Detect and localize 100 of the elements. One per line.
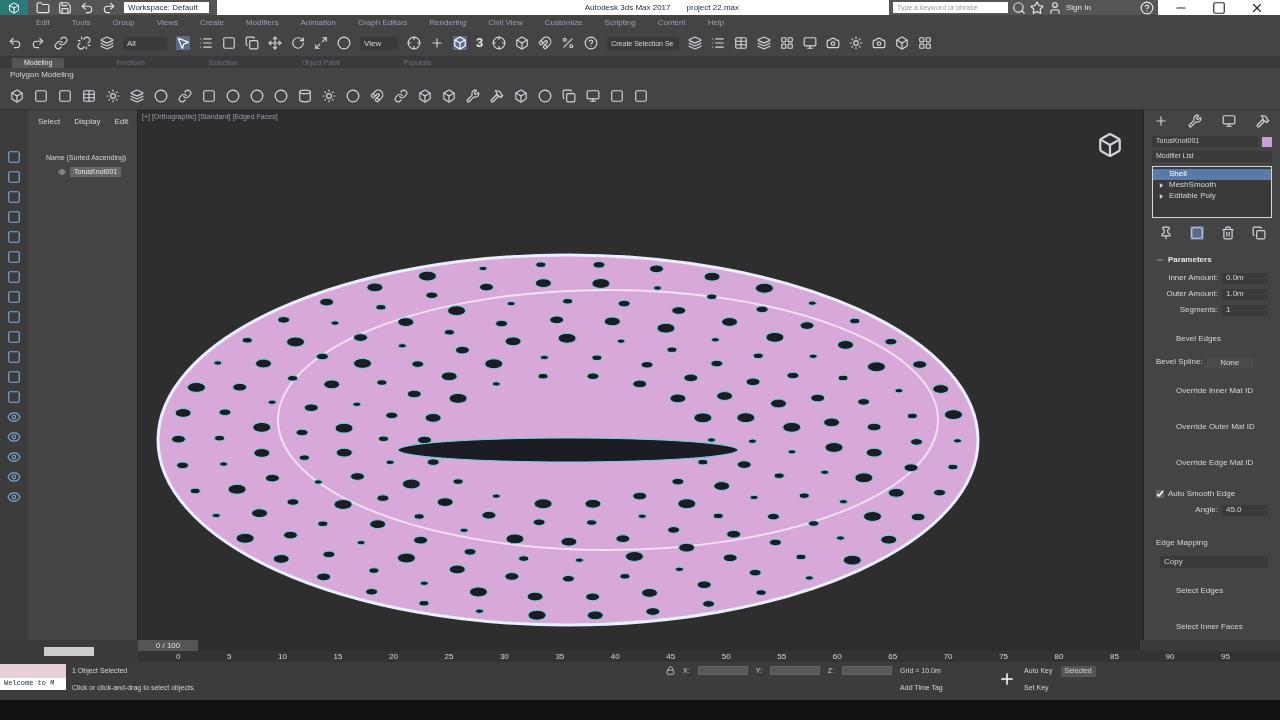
toolbar-icon[interactable]: [538, 36, 553, 50]
modify-tab-icon[interactable]: [1188, 114, 1202, 128]
app-logo-icon[interactable]: [8, 1, 20, 14]
ribbon-tool-icon[interactable]: [322, 88, 336, 103]
toolbar-icon[interactable]: [492, 36, 507, 50]
toolbar-icon[interactable]: [54, 36, 68, 50]
modifier-stack-item[interactable]: Shell: [1153, 168, 1271, 180]
menu-item[interactable]: Scripting: [604, 16, 636, 29]
coordinate-field[interactable]: [769, 666, 820, 675]
explorer-filter-icon[interactable]: [7, 430, 21, 444]
menu-item[interactable]: Group: [112, 16, 135, 29]
ribbon-tool-icon[interactable]: [82, 88, 96, 103]
menu-item[interactable]: Graph Editors: [357, 16, 408, 29]
explorer-filter-icon[interactable]: [7, 490, 21, 504]
redo-icon[interactable]: [102, 0, 116, 15]
toolbar-icon[interactable]: [757, 36, 772, 50]
object-color-swatch[interactable]: [1262, 136, 1272, 147]
menu-item[interactable]: Create: [199, 16, 224, 29]
toolbar-icon[interactable]: [222, 36, 236, 50]
filter-dropdown[interactable]: All: [123, 36, 167, 50]
ribbon-tool-icon[interactable]: [130, 88, 144, 103]
ribbon-tool-icon[interactable]: [274, 88, 288, 103]
checkbox[interactable]: [1156, 490, 1164, 498]
ribbon-tool-icon[interactable]: [10, 88, 24, 103]
toolbar-icon[interactable]: [895, 36, 910, 50]
toolbar-icon[interactable]: [515, 36, 530, 50]
spinner-field[interactable]: 1.0m: [1222, 288, 1268, 300]
undo-icon[interactable]: [80, 0, 94, 15]
star-icon[interactable]: [1030, 0, 1044, 15]
menu-item[interactable]: Rendering: [429, 16, 467, 29]
explorer-filter-icon[interactable]: [7, 210, 21, 224]
ribbon-tool-icon[interactable]: [178, 88, 192, 103]
ribbon-tool-icon[interactable]: [490, 88, 504, 103]
explorer-filter-icon[interactable]: [7, 330, 21, 344]
ribbon-tool-icon[interactable]: [538, 88, 552, 103]
toolbar-icon[interactable]: [688, 36, 703, 50]
toolbar-icon[interactable]: [314, 36, 328, 50]
menu-item[interactable]: Edit: [36, 16, 50, 29]
move-icon[interactable]: [430, 36, 444, 50]
toolbar-icon[interactable]: [918, 36, 933, 50]
viewcube-icon[interactable]: [1097, 132, 1123, 158]
menu-item[interactable]: Animation: [300, 16, 336, 29]
toolbar-icon[interactable]: [8, 36, 22, 50]
toolbar-icon[interactable]: [803, 36, 818, 50]
ribbon-tool-icon[interactable]: [562, 88, 576, 103]
ribbon-tool-icon[interactable]: [466, 88, 480, 103]
coordinate-field[interactable]: [697, 666, 748, 675]
ribbon-tool-icon[interactable]: [298, 88, 312, 103]
configure-icon[interactable]: [1251, 226, 1266, 240]
spinner-field[interactable]: 1: [1222, 304, 1268, 316]
ribbon-tool-icon[interactable]: [370, 88, 384, 103]
ribbon-tool-icon[interactable]: [610, 88, 624, 103]
display-tab-icon[interactable]: [1222, 114, 1236, 128]
explorer-filter-icon[interactable]: [7, 470, 21, 484]
explorer-menu-item[interactable]: Select: [38, 116, 61, 128]
ribbon-tool-icon[interactable]: [154, 88, 168, 103]
ribbon-tool-icon[interactable]: [442, 88, 456, 103]
mapping-dropdown[interactable]: Copy: [1160, 556, 1268, 568]
explorer-filter-icon[interactable]: [7, 370, 21, 384]
ribbon-tool-icon[interactable]: [34, 88, 48, 103]
toolbar-icon[interactable]: [100, 36, 114, 50]
workspace-dropdown[interactable]: Workspace: Default: [124, 2, 209, 13]
explorer-filter-icon[interactable]: [7, 150, 21, 164]
scroll-bar[interactable]: [44, 646, 94, 656]
ribbon-tool-icon[interactable]: [202, 88, 216, 103]
ribbon-tool-icon[interactable]: [394, 88, 408, 103]
toolbar-icon[interactable]: [734, 36, 749, 50]
menu-item[interactable]: Views: [156, 16, 178, 29]
explorer-filter-icon[interactable]: [7, 270, 21, 284]
spline-pick-button[interactable]: None: [1206, 356, 1253, 368]
toolbar-icon[interactable]: [561, 36, 576, 50]
sign-in-link[interactable]: Sign In: [1066, 1, 1136, 14]
explorer-filter-icon[interactable]: [7, 170, 21, 184]
toolbar-icon[interactable]: [268, 36, 282, 50]
explorer-filter-icon[interactable]: [7, 250, 21, 264]
frame-counter[interactable]: 0 / 100: [138, 640, 198, 651]
toolbar-icon[interactable]: [849, 36, 864, 50]
explorer-filter-icon[interactable]: [7, 290, 21, 304]
explorer-filter-icon[interactable]: [7, 450, 21, 464]
ribbon-tool-icon[interactable]: [226, 88, 240, 103]
toolbar-icon[interactable]: [826, 36, 841, 50]
toolbar-icon[interactable]: [245, 36, 259, 50]
ribbon-tool-icon[interactable]: [634, 88, 648, 103]
modifier-stack-item[interactable]: MeshSmooth: [1153, 179, 1271, 191]
menu-item[interactable]: Customize: [544, 16, 583, 29]
explorer-filter-icon[interactable]: [7, 410, 21, 424]
explorer-filter-icon[interactable]: [7, 190, 21, 204]
ribbon-tool-icon[interactable]: [418, 88, 432, 103]
rollout-title[interactable]: Parameters: [1168, 254, 1212, 266]
save-icon[interactable]: [58, 0, 72, 15]
explorer-menu-item[interactable]: Edit: [114, 116, 129, 128]
coordinate-field[interactable]: [842, 666, 893, 675]
toolbar-icon[interactable]: [291, 36, 305, 50]
menu-item[interactable]: Content: [657, 16, 686, 29]
ribbon-tool-icon[interactable]: [58, 88, 72, 103]
help-icon[interactable]: [1140, 0, 1154, 15]
ribbon-tool-icon[interactable]: [586, 88, 600, 103]
timeline-track[interactable]: 0 5 10 15 20 25 30 35 40 45 50 55 60 65 70 75 80 85 90 95: [138, 651, 1280, 662]
explorer-menu-item[interactable]: Display: [74, 116, 101, 128]
explorer-filter-icon[interactable]: [7, 310, 21, 324]
